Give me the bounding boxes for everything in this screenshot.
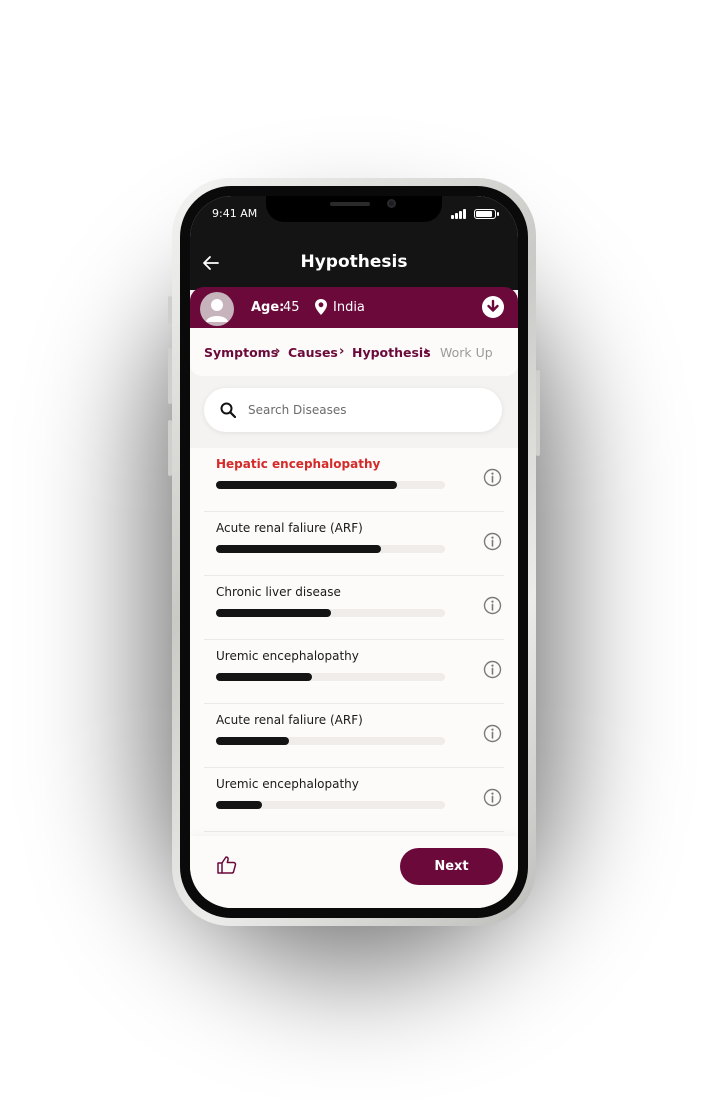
signal-icon [451, 209, 467, 219]
info-icon[interactable] [483, 788, 502, 807]
search-input[interactable] [248, 398, 488, 422]
info-icon[interactable] [483, 724, 502, 743]
power-button [536, 370, 540, 456]
info-icon[interactable] [483, 468, 502, 487]
mute-switch [168, 296, 172, 324]
breadcrumb-symptoms[interactable]: Symptoms [204, 345, 278, 360]
breadcrumb-chevron-icon: › [275, 344, 281, 359]
info-icon[interactable] [483, 660, 502, 679]
disease-name: Acute renal faliure (ARF) [216, 713, 363, 727]
likelihood-bar-fill [216, 673, 313, 681]
likelihood-bar [216, 609, 445, 617]
next-button[interactable]: Next [400, 848, 503, 885]
list-item[interactable]: Uremic encephalopathy [204, 768, 504, 832]
breadcrumb-chevron-icon: › [339, 344, 345, 359]
location-text: India [333, 300, 365, 315]
disease-name: Acute renal faliure (ARF) [216, 521, 363, 535]
search-box[interactable] [204, 388, 502, 432]
app-screen: 9:41 AM Hypothesis Age: 45 India Symptom… [190, 196, 518, 908]
breadcrumb-work-up[interactable]: Work Up [440, 345, 493, 360]
list-item[interactable]: Acute renal faliure (ARF) [204, 512, 504, 576]
download-icon [487, 299, 499, 312]
list-item[interactable]: Hepatic encephalopathy [204, 448, 504, 512]
bottom-action-bar: Next [190, 836, 518, 908]
list-item[interactable]: Acute renal faliure (ARF) [204, 704, 504, 768]
age-value: 45 [283, 300, 300, 315]
disease-list: Hepatic encephalopathy Acute renal faliu… [190, 448, 518, 838]
disease-name: Uremic encephalopathy [216, 777, 359, 791]
likelihood-bar-fill [216, 609, 331, 617]
likelihood-bar-fill [216, 801, 262, 809]
breadcrumb: Symptoms › Causes › Hypothesis › Work Up [190, 328, 518, 376]
location-pin-icon [315, 299, 327, 315]
thumbs-up-icon[interactable] [216, 854, 238, 876]
breadcrumb-chevron-icon: › [424, 344, 430, 359]
info-icon[interactable] [483, 596, 502, 615]
avatar-icon [206, 299, 228, 322]
list-item[interactable]: Chronic liver disease [204, 576, 504, 640]
likelihood-bar-fill [216, 737, 290, 745]
age-label: Age: [251, 300, 285, 315]
list-item[interactable]: Uremic encephalopathy [204, 640, 504, 704]
battery-icon [474, 209, 499, 219]
disease-name: Hepatic encephalopathy [216, 457, 381, 471]
disease-name: Chronic liver disease [216, 585, 341, 599]
likelihood-bar [216, 481, 445, 489]
camera [387, 199, 396, 208]
download-button[interactable] [482, 296, 504, 318]
likelihood-bar-fill [216, 545, 381, 553]
likelihood-bar [216, 801, 445, 809]
volume-up-button [168, 348, 172, 404]
disease-name: Uremic encephalopathy [216, 649, 359, 663]
volume-down-button [168, 420, 172, 476]
app-header: 9:41 AM Hypothesis [190, 196, 518, 290]
notch [266, 196, 442, 222]
breadcrumb-hypothesis[interactable]: Hypothesis [352, 345, 431, 360]
likelihood-bar [216, 737, 445, 745]
likelihood-bar [216, 545, 445, 553]
avatar[interactable] [200, 292, 234, 326]
likelihood-bar-fill [216, 481, 397, 489]
speaker [330, 202, 370, 206]
patient-info-bar: Age: 45 India [190, 287, 518, 328]
info-icon[interactable] [483, 532, 502, 551]
page-title: Hypothesis [300, 252, 408, 272]
likelihood-bar [216, 673, 445, 681]
search-icon [220, 402, 236, 418]
breadcrumb-causes[interactable]: Causes [288, 345, 338, 360]
status-time: 9:41 AM [212, 207, 258, 220]
